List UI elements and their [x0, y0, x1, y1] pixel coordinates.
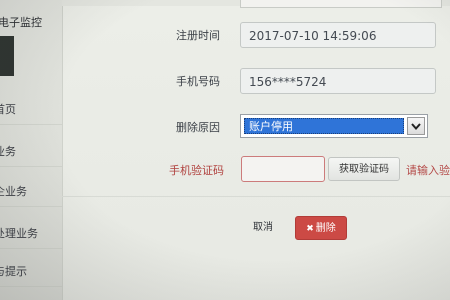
form-divider [62, 196, 450, 197]
top-field-edge [240, 0, 442, 8]
sidebar-logo-block [0, 36, 14, 76]
register-time-label: 注册时间 [176, 29, 220, 42]
delete-button[interactable]: ✖ 删除 [295, 216, 347, 240]
sidebar: 电子监控 首页 业务 企业务 处理业务 与提示 [0, 0, 63, 300]
sidebar-item-enterprise-business[interactable]: 企业务 [0, 178, 62, 207]
get-captcha-button[interactable]: 获取验证码 [328, 157, 400, 181]
phone-label: 手机号码 [176, 75, 220, 88]
chevron-down-icon[interactable] [407, 117, 425, 135]
sidebar-item-process-business[interactable]: 处理业务 [0, 220, 62, 249]
delete-reason-select[interactable]: 账户停用 [240, 114, 428, 138]
screen: 电子监控 首页 业务 企业务 处理业务 与提示 注册时间 2017-07-10 … [0, 0, 450, 300]
delete-button-label: 删除 [315, 223, 336, 234]
delete-reason-selected: 账户停用 [244, 118, 404, 134]
delete-reason-label: 删除原因 [176, 121, 220, 134]
sidebar-item-business[interactable]: 业务 [0, 138, 62, 167]
phone-field: 156****5724 [240, 68, 436, 94]
sidebar-title: 电子监控 [0, 16, 42, 29]
captcha-hint: 请输入验 [406, 164, 450, 177]
register-time-field: 2017-07-10 14:59:06 [240, 22, 436, 48]
captcha-input[interactable] [241, 156, 325, 182]
sidebar-item-notice[interactable]: 与提示 [0, 258, 62, 287]
x-icon: ✖ [306, 224, 314, 234]
captcha-label: 手机验证码 [169, 164, 224, 177]
sidebar-item-home[interactable]: 首页 [0, 96, 62, 125]
cancel-button[interactable]: 取消 [240, 217, 286, 239]
